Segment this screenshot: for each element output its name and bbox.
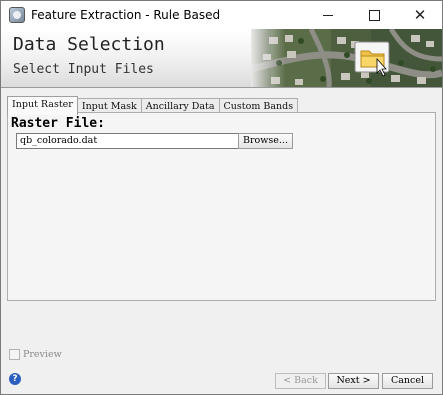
window-title: Feature Extraction - Rule Based bbox=[31, 8, 221, 22]
page-subtitle: Select Input Files bbox=[13, 62, 154, 77]
preview-checkbox[interactable] bbox=[9, 349, 20, 360]
browse-button[interactable]: Browse... bbox=[238, 133, 293, 149]
aerial-image bbox=[251, 29, 442, 87]
input-raster-panel: Raster File: Browse... bbox=[7, 112, 436, 301]
minimize-icon bbox=[323, 14, 333, 16]
app-icon bbox=[9, 7, 25, 23]
folder-icon bbox=[354, 41, 390, 77]
header-banner: Data Selection Select Input Files bbox=[1, 29, 442, 88]
tab-bar: Input Raster Input Mask Ancillary Data C… bbox=[7, 96, 299, 115]
next-button[interactable]: Next > bbox=[328, 373, 379, 389]
raster-file-label: Raster File: bbox=[11, 116, 105, 131]
close-icon: ✕ bbox=[413, 5, 427, 24]
close-button[interactable]: ✕ bbox=[397, 1, 443, 29]
cancel-button[interactable]: Cancel bbox=[382, 373, 433, 389]
feature-extraction-window: Feature Extraction - Rule Based ✕ Data S… bbox=[0, 0, 443, 395]
maximize-button[interactable] bbox=[351, 1, 397, 29]
preview-label: Preview bbox=[23, 349, 62, 360]
maximize-icon bbox=[368, 9, 380, 21]
minimize-button[interactable] bbox=[305, 1, 351, 29]
back-button[interactable]: < Back bbox=[275, 373, 326, 389]
title-bar: Feature Extraction - Rule Based ✕ bbox=[1, 1, 442, 29]
page-title: Data Selection bbox=[13, 34, 165, 55]
help-icon[interactable]: ? bbox=[9, 373, 21, 385]
tab-input-raster[interactable]: Input Raster bbox=[7, 96, 78, 115]
preview-toggle[interactable]: Preview bbox=[9, 349, 62, 360]
raster-file-input[interactable] bbox=[16, 133, 240, 149]
